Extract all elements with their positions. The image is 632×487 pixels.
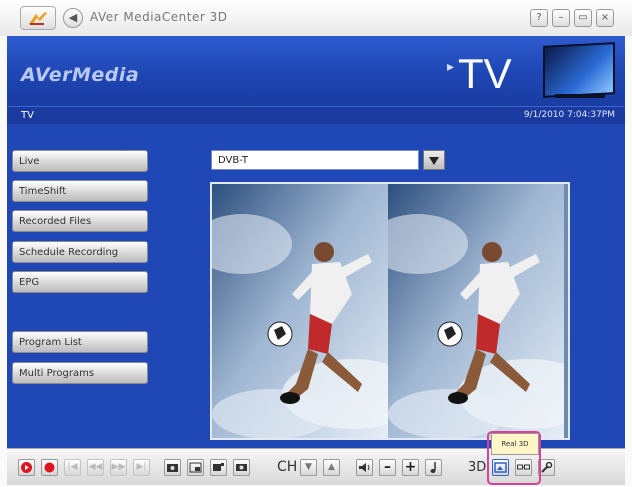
menu-epg-button[interactable]: EPG [12, 271, 148, 293]
source-select[interactable]: DVB-T [211, 150, 419, 170]
maximize-button[interactable]: ▭ [574, 9, 592, 27]
volume-up-button[interactable]: + [402, 459, 419, 476]
brand-logo: AVerMedia [21, 64, 140, 86]
tv-stand-icon [555, 94, 605, 98]
volume-down-button[interactable]: – [379, 459, 396, 476]
audio-button[interactable] [425, 459, 442, 476]
app-logo-icon[interactable] [20, 6, 56, 30]
video-right-view-icon [388, 184, 564, 438]
record-icon [44, 462, 55, 473]
section-title-text: TV [458, 50, 512, 97]
power-button[interactable] [18, 459, 35, 476]
channel-up-button[interactable]: ▲ [323, 459, 340, 476]
tv-screen-icon [543, 42, 615, 98]
help-button[interactable]: ? [530, 9, 548, 27]
pointer-icon: ▸ [447, 58, 455, 74]
tooltip: Real 3D [491, 433, 539, 455]
menu-schedule-recording-button[interactable]: Schedule Recording [12, 241, 148, 263]
app-window: ◀ AVer MediaCenter 3D ? – ▭ × AVerMedia … [0, 0, 632, 487]
skip-forward-button[interactable]: ▶| [133, 459, 150, 476]
rewind-button[interactable]: ◀◀ [87, 459, 104, 476]
capture-button[interactable] [210, 459, 227, 476]
snapshot-button[interactable] [164, 459, 181, 476]
music-note-icon [430, 462, 436, 473]
window-controls: ? – ▭ × [530, 9, 614, 27]
video-camera-icon [236, 464, 247, 471]
capture-icon [213, 463, 224, 471]
datetime-readout: 9/1/2010 7:04:37PM [523, 110, 615, 120]
section-title: ▸TV [447, 50, 512, 98]
app-title: AVer MediaCenter 3D [90, 10, 228, 24]
mute-button[interactable] [356, 459, 373, 476]
skip-back-button[interactable]: |◀ [64, 459, 81, 476]
channel-label: CH [277, 459, 298, 475]
speaker-icon [359, 463, 370, 472]
status-bar: TV 9/1/2010 7:04:37PM [7, 106, 625, 125]
dropdown-arrow-icon[interactable] [423, 150, 445, 170]
menu-timeshift-button[interactable]: TimeShift [12, 180, 148, 202]
menu-multi-programs-button[interactable]: Multi Programs [12, 362, 148, 384]
close-button[interactable]: × [596, 9, 614, 27]
menu-program-list-button[interactable]: Program List [12, 331, 148, 353]
channel-down-button[interactable]: ▼ [300, 459, 317, 476]
back-arrow-icon[interactable]: ◀ [63, 8, 83, 28]
power-icon [21, 462, 32, 473]
breadcrumb: TV [21, 110, 34, 121]
pip-icon [189, 462, 202, 473]
header-banner: AVerMedia ▸TV [7, 36, 625, 106]
menu-live-button[interactable]: Live [12, 150, 148, 172]
pip-button[interactable] [187, 459, 204, 476]
menu-recorded-files-button[interactable]: Recorded Files [12, 210, 148, 232]
title-bar: ◀ AVer MediaCenter 3D ? – ▭ × [0, 0, 632, 36]
record-button[interactable] [41, 459, 58, 476]
minimize-button[interactable]: – [552, 9, 570, 27]
3d-label: 3D [468, 460, 487, 475]
fast-forward-button[interactable]: ▶▶ [110, 459, 127, 476]
video-capture-button[interactable] [233, 459, 250, 476]
tools-icon [541, 461, 553, 473]
video-preview[interactable] [210, 182, 570, 440]
video-left-view-icon [212, 184, 388, 438]
camera-icon [167, 464, 178, 472]
